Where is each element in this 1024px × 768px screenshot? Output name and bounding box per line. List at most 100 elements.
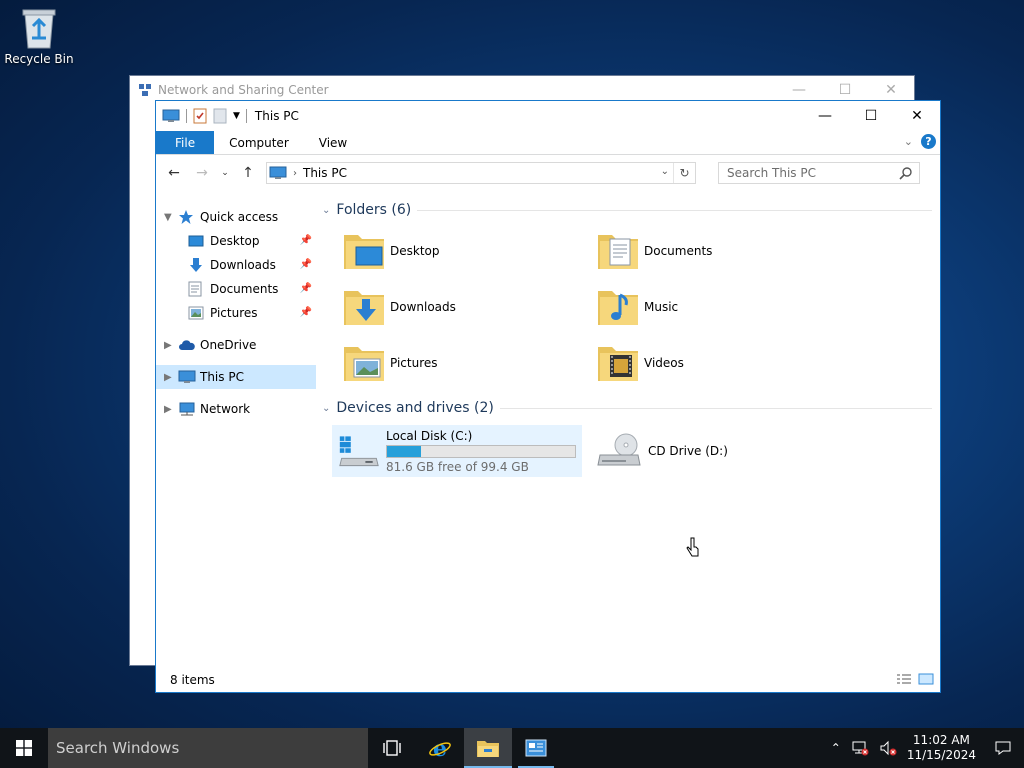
ribbon-tabs: File Computer View ⌄ ? bbox=[156, 131, 940, 155]
clock-date: 11/15/2024 bbox=[906, 748, 976, 762]
download-arrow-icon bbox=[190, 258, 202, 272]
nav-downloads[interactable]: Downloads 📌 bbox=[156, 253, 316, 277]
large-icons-view-icon[interactable] bbox=[918, 673, 934, 685]
file-explorer-icon bbox=[477, 741, 499, 757]
item-count: 8 items bbox=[170, 673, 215, 687]
videos-folder-icon bbox=[598, 347, 638, 381]
nav-documents-label: Documents bbox=[210, 282, 279, 296]
tab-computer[interactable]: Computer bbox=[214, 131, 304, 154]
drive-d-name: CD Drive (D:) bbox=[648, 444, 728, 458]
taskbar-search-placeholder: Search Windows bbox=[56, 739, 180, 757]
nav-onedrive[interactable]: ▶ OneDrive bbox=[156, 333, 316, 357]
internet-explorer-button[interactable]: e bbox=[416, 728, 464, 768]
chevron-down-icon[interactable]: ⌄ bbox=[322, 403, 330, 414]
task-view-icon bbox=[383, 740, 401, 756]
content-pane: ⌄ Folders (6) Desktop Documents Download… bbox=[316, 191, 940, 668]
folder-documents[interactable]: Documents bbox=[596, 223, 850, 279]
server-manager-taskbar-button[interactable] bbox=[512, 728, 560, 768]
address-bar[interactable]: › This PC ⌄ ↻ bbox=[266, 162, 696, 184]
action-center-icon[interactable] bbox=[994, 740, 1012, 756]
pictures-icon bbox=[188, 306, 204, 320]
document-icon bbox=[188, 281, 202, 297]
network-icon bbox=[179, 402, 195, 416]
drive-c-usage-bar bbox=[386, 444, 576, 458]
nav-this-pc[interactable]: ▶ This PC bbox=[156, 365, 316, 389]
pin-icon[interactable]: 📌 bbox=[300, 307, 312, 318]
pin-icon[interactable]: 📌 bbox=[300, 235, 312, 246]
chevron-right-icon[interactable]: ▶ bbox=[164, 372, 178, 383]
drive-c-name: Local Disk (C:) bbox=[386, 428, 473, 443]
volume-muted-icon[interactable] bbox=[879, 740, 897, 756]
search-placeholder: Search This PC bbox=[727, 166, 816, 180]
minimize-button[interactable]: — bbox=[802, 101, 848, 131]
expand-ribbon-icon[interactable]: ⌄ bbox=[904, 135, 913, 148]
nav-pictures[interactable]: Pictures 📌 bbox=[156, 301, 316, 325]
tab-file[interactable]: File bbox=[156, 131, 215, 154]
task-view-button[interactable] bbox=[368, 728, 416, 768]
internet-explorer-icon: e bbox=[429, 736, 451, 760]
folder-pictures[interactable]: Pictures bbox=[342, 335, 596, 391]
folders-group-header[interactable]: ⌄ Folders (6) bbox=[322, 197, 940, 223]
downloads-folder-icon bbox=[344, 291, 384, 325]
refresh-button[interactable]: ↻ bbox=[673, 163, 695, 183]
chevron-right-icon[interactable]: ▶ bbox=[164, 404, 178, 415]
group-divider bbox=[417, 209, 932, 211]
drive-c-free-text: 81.6 GB free of 99.4 GB bbox=[386, 459, 529, 474]
star-icon bbox=[179, 210, 193, 224]
breadcrumb-separator-icon[interactable]: › bbox=[293, 168, 297, 179]
help-button[interactable]: ? bbox=[921, 134, 936, 149]
drive-d[interactable]: CD Drive (D:) bbox=[590, 425, 734, 477]
properties-icon[interactable] bbox=[193, 108, 207, 124]
recycle-bin-desktop-icon[interactable]: Recycle Bin bbox=[4, 6, 74, 66]
chevron-down-icon[interactable]: ▼ bbox=[164, 212, 178, 223]
file-explorer-taskbar-button[interactable] bbox=[464, 728, 512, 768]
pin-icon[interactable]: 📌 bbox=[300, 259, 312, 270]
pin-icon[interactable]: 📌 bbox=[300, 283, 312, 294]
breadcrumb-this-pc[interactable]: This PC bbox=[303, 166, 347, 180]
maximize-button[interactable]: ☐ bbox=[848, 101, 894, 131]
search-input[interactable]: Search This PC bbox=[718, 162, 920, 184]
close-button[interactable]: ✕ bbox=[894, 101, 940, 131]
chevron-down-icon[interactable]: ⌄ bbox=[322, 205, 330, 216]
local-disk-icon bbox=[339, 436, 379, 467]
nav-documents[interactable]: Documents 📌 bbox=[156, 277, 316, 301]
devices-group-header[interactable]: ⌄ Devices and drives (2) bbox=[322, 395, 940, 421]
explorer-titlebar[interactable]: ▼ This PC — ☐ ✕ bbox=[156, 101, 940, 131]
address-dropdown-icon[interactable]: ⌄ bbox=[661, 166, 669, 177]
folder-music[interactable]: Music bbox=[596, 279, 850, 335]
details-view-icon[interactable] bbox=[896, 673, 912, 685]
start-button[interactable] bbox=[0, 728, 48, 768]
windows-logo-icon bbox=[16, 740, 32, 756]
folder-videos-label: Videos bbox=[644, 356, 684, 370]
folder-videos[interactable]: Videos bbox=[596, 335, 850, 391]
network-icon bbox=[139, 84, 151, 96]
this-pc-icon bbox=[269, 166, 287, 179]
folder-desktop[interactable]: Desktop bbox=[342, 223, 596, 279]
forward-button[interactable]: → bbox=[190, 161, 214, 185]
nav-network[interactable]: ▶ Network bbox=[156, 397, 316, 421]
nav-quick-access[interactable]: ▼ Quick access bbox=[156, 205, 316, 229]
chevron-right-icon[interactable]: ▶ bbox=[164, 340, 178, 351]
nav-pictures-label: Pictures bbox=[210, 306, 258, 320]
folder-downloads[interactable]: Downloads bbox=[342, 279, 596, 335]
recycle-bin-label: Recycle Bin bbox=[4, 52, 74, 66]
taskbar-search-box[interactable]: Search Windows bbox=[48, 728, 368, 768]
back-button[interactable]: ← bbox=[162, 161, 186, 185]
drives-list: Local Disk (C:) 81.6 GB free of 99.4 GB … bbox=[322, 425, 940, 477]
nav-this-pc-label: This PC bbox=[200, 370, 244, 384]
drive-c[interactable]: Local Disk (C:) 81.6 GB free of 99.4 GB bbox=[332, 425, 582, 477]
search-icon[interactable] bbox=[899, 166, 913, 180]
customize-qat-icon[interactable]: ▼ bbox=[233, 111, 240, 121]
file-explorer-window[interactable]: ▼ This PC — ☐ ✕ File Computer View ⌄ ? ←… bbox=[155, 100, 941, 693]
window-title: This PC bbox=[254, 109, 299, 123]
tab-view[interactable]: View bbox=[304, 131, 362, 154]
taskbar-clock[interactable]: 11:02 AM 11/15/2024 bbox=[907, 733, 976, 763]
recent-locations-button[interactable]: ⌄ bbox=[218, 161, 232, 185]
nav-network-label: Network bbox=[200, 402, 251, 416]
new-folder-icon[interactable] bbox=[213, 108, 227, 124]
show-hidden-icons-chevron-icon[interactable]: ⌃ bbox=[831, 741, 841, 755]
network-disconnected-icon[interactable] bbox=[851, 740, 869, 756]
system-tray: ⌃ 11:02 AM 11/15/2024 bbox=[831, 728, 1024, 768]
nav-desktop[interactable]: Desktop 📌 bbox=[156, 229, 316, 253]
up-button[interactable]: ↑ bbox=[236, 161, 260, 185]
